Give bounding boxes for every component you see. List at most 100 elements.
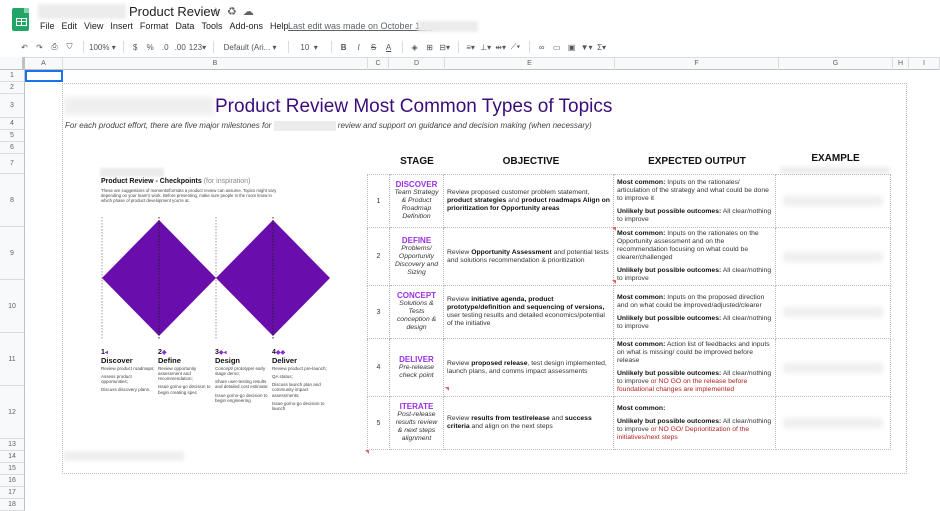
comment-marker[interactable] [445, 387, 449, 391]
filter-icon[interactable]: ▼▾ [580, 40, 593, 54]
insert-comment-icon[interactable]: ▭ [550, 40, 563, 54]
more-formats-button[interactable]: 123 ▾ [189, 40, 206, 54]
borders-icon[interactable]: ⊞ [423, 40, 436, 54]
objective-cell[interactable]: Review initiative agenda, product protot… [443, 285, 614, 339]
undo-icon[interactable]: ↶ [18, 40, 31, 54]
comment-marker[interactable] [365, 450, 369, 454]
comment-marker[interactable] [612, 280, 616, 284]
menu-file[interactable]: File [40, 21, 55, 31]
expected-output-cell[interactable]: Most common: Unlikely but possible outco… [613, 396, 776, 450]
fill-color-icon[interactable]: ◈ [408, 40, 421, 54]
print-icon[interactable]: ⎙ [48, 40, 61, 54]
stage-cell[interactable]: DELIVER Pre-release check point [389, 338, 444, 397]
insert-chart-icon[interactable]: ▣ [565, 40, 578, 54]
row-header-2[interactable]: 2 [0, 82, 25, 94]
stage-cell[interactable]: ITERATE Post-release results review & nex… [389, 396, 444, 450]
strikethrough-button[interactable]: S [367, 40, 380, 54]
comment-marker[interactable] [612, 227, 616, 231]
example-cell[interactable] [775, 227, 891, 286]
select-all-corner[interactable] [0, 57, 25, 70]
row-header-3[interactable]: 3 [0, 94, 25, 118]
column-header-c[interactable]: C [368, 58, 389, 70]
last-edit-link[interactable]: Last edit was made on October 1 by [288, 21, 432, 31]
objective-cell[interactable]: Review Opportunity Assessment and potent… [443, 227, 614, 286]
redo-icon[interactable]: ↷ [33, 40, 46, 54]
zoom-select[interactable]: 100% ▾ [89, 40, 116, 54]
row-header-11[interactable]: 11 [0, 333, 25, 386]
menu-help[interactable]: Help [270, 21, 289, 31]
document-title[interactable]: Product Review [129, 4, 220, 19]
italic-button[interactable]: I [352, 40, 365, 54]
row-number[interactable]: 1 [367, 174, 390, 228]
row-number[interactable]: 5 [367, 396, 390, 450]
example-cell[interactable] [775, 338, 891, 397]
stage-cell[interactable]: CONCEPT Solutions & Tests conception & de… [389, 285, 444, 339]
row-number[interactable]: 2 [367, 227, 390, 286]
increase-decimal-button[interactable]: .00 [174, 40, 187, 54]
column-header-h[interactable]: H [893, 58, 909, 70]
percent-button[interactable]: % [144, 40, 157, 54]
move-to-drive-icon[interactable]: ♻ [227, 6, 243, 18]
row-number[interactable]: 3 [367, 285, 390, 339]
text-wrap-icon[interactable]: ⇹▾ [494, 40, 507, 54]
row-header-15[interactable]: 15 [0, 463, 25, 475]
row-header-18[interactable]: 18 [0, 499, 25, 511]
objective-cell[interactable]: Review proposed release, test design imp… [443, 338, 614, 397]
stage-cell[interactable]: DISCOVER Team Strategy & Product Roadmap … [389, 174, 444, 228]
expected-output-cell[interactable]: Most common: Inputs on the rationales on… [613, 227, 776, 286]
objective-cell[interactable]: Review results from test/release and suc… [443, 396, 614, 450]
row-header-4[interactable]: 4 [0, 118, 25, 130]
expected-output-cell[interactable]: Most common: Action list of feedbacks an… [613, 338, 776, 397]
decrease-decimal-button[interactable]: .0 [159, 40, 172, 54]
vertical-align-icon[interactable]: ⊥▾ [479, 40, 492, 54]
column-header-f[interactable]: F [615, 58, 779, 70]
example-cell[interactable] [775, 396, 891, 450]
star-icon[interactable]: ☆ [211, 6, 227, 18]
expected-output-cell[interactable]: Most common: Inputs on the rationales/ a… [613, 174, 776, 228]
menu-format[interactable]: Format [140, 21, 169, 31]
currency-button[interactable]: $ [129, 40, 142, 54]
functions-icon[interactable]: Σ▾ [595, 40, 608, 54]
menu-add-ons[interactable]: Add-ons [229, 21, 263, 31]
bold-button[interactable]: B [337, 40, 350, 54]
merge-cells-icon[interactable]: ⊟▾ [438, 40, 451, 54]
column-header-a[interactable]: A [25, 58, 63, 70]
row-header-17[interactable]: 17 [0, 487, 25, 499]
row-header-5[interactable]: 5 [0, 130, 25, 142]
row-header-12[interactable]: 12 [0, 386, 25, 439]
expected-output-cell[interactable]: Most common: Inputs on the proposed dire… [613, 285, 776, 339]
row-header-14[interactable]: 14 [0, 451, 25, 463]
menu-data[interactable]: Data [175, 21, 194, 31]
menu-view[interactable]: View [84, 21, 103, 31]
menu-tools[interactable]: Tools [201, 21, 222, 31]
selected-cell-a1[interactable] [25, 70, 63, 82]
row-header-10[interactable]: 10 [0, 280, 25, 333]
sheets-logo-icon[interactable] [12, 8, 29, 31]
font-size-select[interactable]: 10 ▾ [294, 40, 324, 54]
column-header-e[interactable]: E [445, 58, 615, 70]
text-color-button[interactable]: A [382, 40, 395, 54]
stage-cell[interactable]: DEFINE Problems/ Opportunity Discovery an… [389, 227, 444, 286]
column-header-d[interactable]: D [389, 58, 445, 70]
column-header-g[interactable]: G [779, 58, 893, 70]
row-header-6[interactable]: 6 [0, 142, 25, 154]
cloud-status-icon[interactable]: ☁ [243, 6, 260, 18]
objective-cell[interactable]: Review proposed customer problem stateme… [443, 174, 614, 228]
example-cell[interactable] [775, 174, 891, 228]
row-header-7[interactable]: 7 [0, 154, 25, 174]
row-header-1[interactable]: 1 [0, 70, 25, 82]
insert-link-icon[interactable]: ∞ [535, 40, 548, 54]
menu-insert[interactable]: Insert [110, 21, 133, 31]
menu-edit[interactable]: Edit [62, 21, 78, 31]
font-select[interactable]: Default (Ari... ▾ [219, 40, 281, 54]
column-header-b[interactable]: B [63, 58, 368, 70]
row-header-13[interactable]: 13 [0, 439, 25, 451]
horizontal-align-icon[interactable]: ≡▾ [464, 40, 477, 54]
example-cell[interactable] [775, 285, 891, 339]
row-header-9[interactable]: 9 [0, 227, 25, 280]
text-rotation-icon[interactable]: ⟋▾ [509, 40, 522, 54]
column-header-i[interactable]: I [909, 58, 940, 70]
row-header-16[interactable]: 16 [0, 475, 25, 487]
row-header-8[interactable]: 8 [0, 174, 25, 227]
paint-format-icon[interactable]: ⛉ [63, 40, 76, 54]
